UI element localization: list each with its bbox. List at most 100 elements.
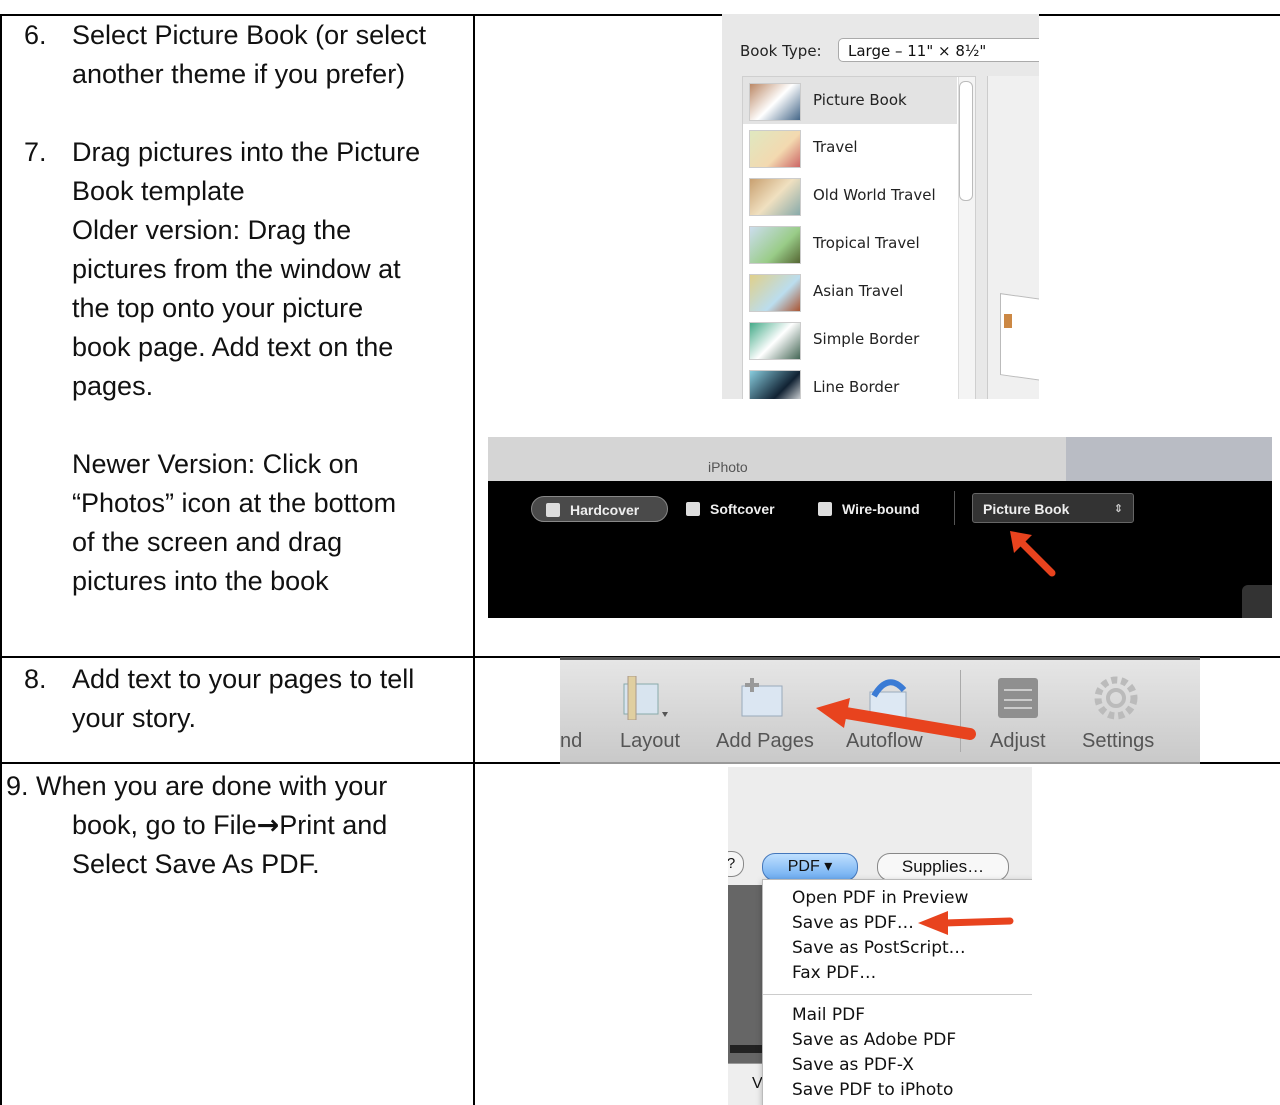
step-number-7: 7. bbox=[24, 137, 47, 167]
theme-thumbnail bbox=[749, 178, 801, 216]
book-preview-photo bbox=[1004, 314, 1012, 328]
menu-item-save-as-adobe-pdf[interactable]: Save as Adobe PDF bbox=[792, 1030, 956, 1050]
theme-thumbnail bbox=[749, 274, 801, 312]
table-left-border bbox=[0, 14, 2, 1105]
menu-item-save-as-pdf-x[interactable]: Save as PDF-X bbox=[792, 1055, 914, 1075]
theme-item-tropical-travel[interactable]: Tropical Travel bbox=[743, 220, 957, 267]
theme-list-scrollbar[interactable] bbox=[958, 77, 975, 399]
gear-icon bbox=[1094, 676, 1138, 720]
menu-item-save-as-postscript[interactable]: Save as PostScript… bbox=[792, 938, 966, 958]
step-8-line: your story. bbox=[72, 703, 197, 733]
theme-item-picture-book[interactable]: Picture Book bbox=[743, 77, 957, 124]
wire-bound-option[interactable]: Wire-bound bbox=[818, 496, 920, 522]
step-9-line2: book, go to File→Print and bbox=[72, 806, 387, 845]
menu-item-mail-pdf[interactable]: Mail PDF bbox=[792, 1005, 865, 1025]
theme-item-old-world-travel[interactable]: Old World Travel bbox=[743, 172, 957, 219]
step-number-9: 9. bbox=[6, 771, 29, 801]
layout-button[interactable]: Layout bbox=[620, 730, 680, 753]
select-arrows-icon: ⇕ bbox=[1113, 503, 1123, 515]
book-icon bbox=[818, 502, 832, 516]
adjust-button[interactable]: Adjust bbox=[990, 730, 1046, 753]
step-9-line1: 9. When you are done with your bbox=[6, 767, 387, 806]
step-7-line: pictures from the window at bbox=[72, 254, 401, 284]
theme-item-travel[interactable]: Travel bbox=[743, 124, 957, 171]
settings-button[interactable]: Settings bbox=[1082, 730, 1154, 753]
step-number-8: 8. bbox=[24, 664, 47, 694]
step-7-text: Drag pictures into the Picture Book temp… bbox=[72, 133, 420, 406]
menu-separator bbox=[763, 994, 1032, 995]
step-7-newer-line: “Photos” icon at the bottom bbox=[72, 488, 397, 518]
step-7-line: pages. bbox=[72, 371, 154, 401]
window-titlebar: iPhoto bbox=[488, 437, 1272, 481]
step-7-line: Older version: Drag the bbox=[72, 215, 352, 245]
theme-item-asian-travel[interactable]: Asian Travel bbox=[743, 268, 957, 315]
menu-item-save-as-pdf[interactable]: Save as PDF… bbox=[792, 913, 914, 933]
adjust-icon bbox=[998, 678, 1038, 718]
softcover-option[interactable]: Softcover bbox=[686, 496, 775, 522]
book-icon bbox=[546, 503, 560, 517]
book-preview bbox=[987, 76, 1039, 399]
pointer-arrow-icon bbox=[816, 698, 976, 740]
step-number-6: 6. bbox=[24, 20, 47, 50]
step-9-file: book, go to File bbox=[72, 810, 257, 840]
step-9-cont: book, go to File→Print and Select Save A… bbox=[72, 806, 387, 884]
theme-label: Tropical Travel bbox=[813, 234, 920, 252]
book-preview-page bbox=[1000, 293, 1039, 381]
theme-list[interactable]: Picture Book Travel Old World Travel Tro… bbox=[742, 76, 976, 399]
toolbar-separator bbox=[954, 491, 955, 525]
step-7-newer-line: pictures into the book bbox=[72, 566, 329, 596]
iphoto-toolbar-screenshot: iPhoto Hardcover Softcover Wire-bound Pi… bbox=[488, 437, 1272, 618]
titlebar-right bbox=[1066, 437, 1272, 481]
scrollbar-knob[interactable] bbox=[959, 81, 973, 201]
window-title: iPhoto bbox=[708, 459, 748, 475]
theme-item-line-border[interactable]: Line Border bbox=[743, 364, 957, 399]
menu-item-save-pdf-to-iphoto[interactable]: Save PDF to iPhoto bbox=[792, 1080, 953, 1100]
theme-label: Simple Border bbox=[813, 330, 920, 348]
right-arrow-icon: → bbox=[256, 810, 280, 841]
window-corner bbox=[1242, 585, 1272, 618]
step-7-newer-line: Newer Version: Click on bbox=[72, 449, 359, 479]
book-type-select[interactable]: Large – 11" × 8½" bbox=[838, 38, 1039, 62]
step-6-text: Select Picture Book (or select another t… bbox=[72, 16, 426, 94]
step-8-line: Add text to your pages to tell bbox=[72, 664, 415, 694]
add-pages-button[interactable]: Add Pages bbox=[716, 730, 814, 753]
pointer-arrow-icon bbox=[918, 911, 1014, 935]
menu-item-open-pdf-in-preview[interactable]: Open PDF in Preview bbox=[792, 888, 968, 908]
step-9-text: 9. When you are done with your bbox=[6, 767, 387, 806]
step-7-line: the top onto your picture bbox=[72, 293, 364, 323]
book-type-screenshot: Book Type: Large – 11" × 8½" Picture Boo… bbox=[722, 14, 1039, 399]
pointer-arrow-icon bbox=[1010, 531, 1056, 577]
theme-thumbnail bbox=[749, 370, 801, 399]
wire-bound-label: Wire-bound bbox=[842, 501, 920, 517]
pdf-button[interactable]: PDF ▾ bbox=[762, 853, 858, 881]
theme-thumbnail bbox=[749, 130, 801, 168]
theme-item-simple-border[interactable]: Simple Border bbox=[743, 316, 957, 363]
step-6-line: another theme if you prefer) bbox=[72, 59, 406, 89]
theme-select-value: Picture Book bbox=[983, 501, 1070, 517]
theme-label: Asian Travel bbox=[813, 282, 904, 300]
layout-icon bbox=[623, 676, 668, 720]
help-button[interactable]: ? bbox=[728, 851, 744, 877]
step-7-newer-text: Newer Version: Click on “Photos” icon at… bbox=[72, 445, 396, 601]
supplies-button[interactable]: Supplies… bbox=[877, 853, 1009, 881]
step-8-text: Add text to your pages to tell your stor… bbox=[72, 660, 414, 738]
step-7-line: Drag pictures into the Picture bbox=[72, 137, 421, 167]
book-type-label: Book Type: bbox=[740, 42, 822, 60]
preview-background: V bbox=[728, 885, 764, 1105]
step-7-line: Book template bbox=[72, 176, 245, 206]
print-dialog-screenshot: ? PDF ▾ Supplies… V Open PDF in Preview … bbox=[728, 767, 1032, 1105]
tool-partial-label[interactable]: nd bbox=[560, 730, 582, 753]
theme-thumbnail bbox=[749, 226, 801, 264]
theme-label: Travel bbox=[813, 138, 858, 156]
step-9-line3: Select Save As PDF. bbox=[72, 849, 320, 879]
theme-label: Line Border bbox=[813, 378, 900, 396]
table-middle-border bbox=[473, 14, 475, 1105]
edit-toolbar-screenshot: nd Layout Add Pages Autoflow Adjust Sett… bbox=[560, 657, 1200, 764]
menu-item-fax-pdf[interactable]: Fax PDF… bbox=[792, 963, 876, 983]
theme-select[interactable]: Picture Book ⇕ bbox=[972, 493, 1134, 523]
hardcover-option[interactable]: Hardcover bbox=[531, 496, 668, 522]
step-9-first: When you are done with your bbox=[36, 771, 388, 801]
preview-strip bbox=[730, 1045, 762, 1053]
step-7-newer-line: of the screen and drag bbox=[72, 527, 343, 557]
add-pages-icon bbox=[741, 678, 783, 717]
